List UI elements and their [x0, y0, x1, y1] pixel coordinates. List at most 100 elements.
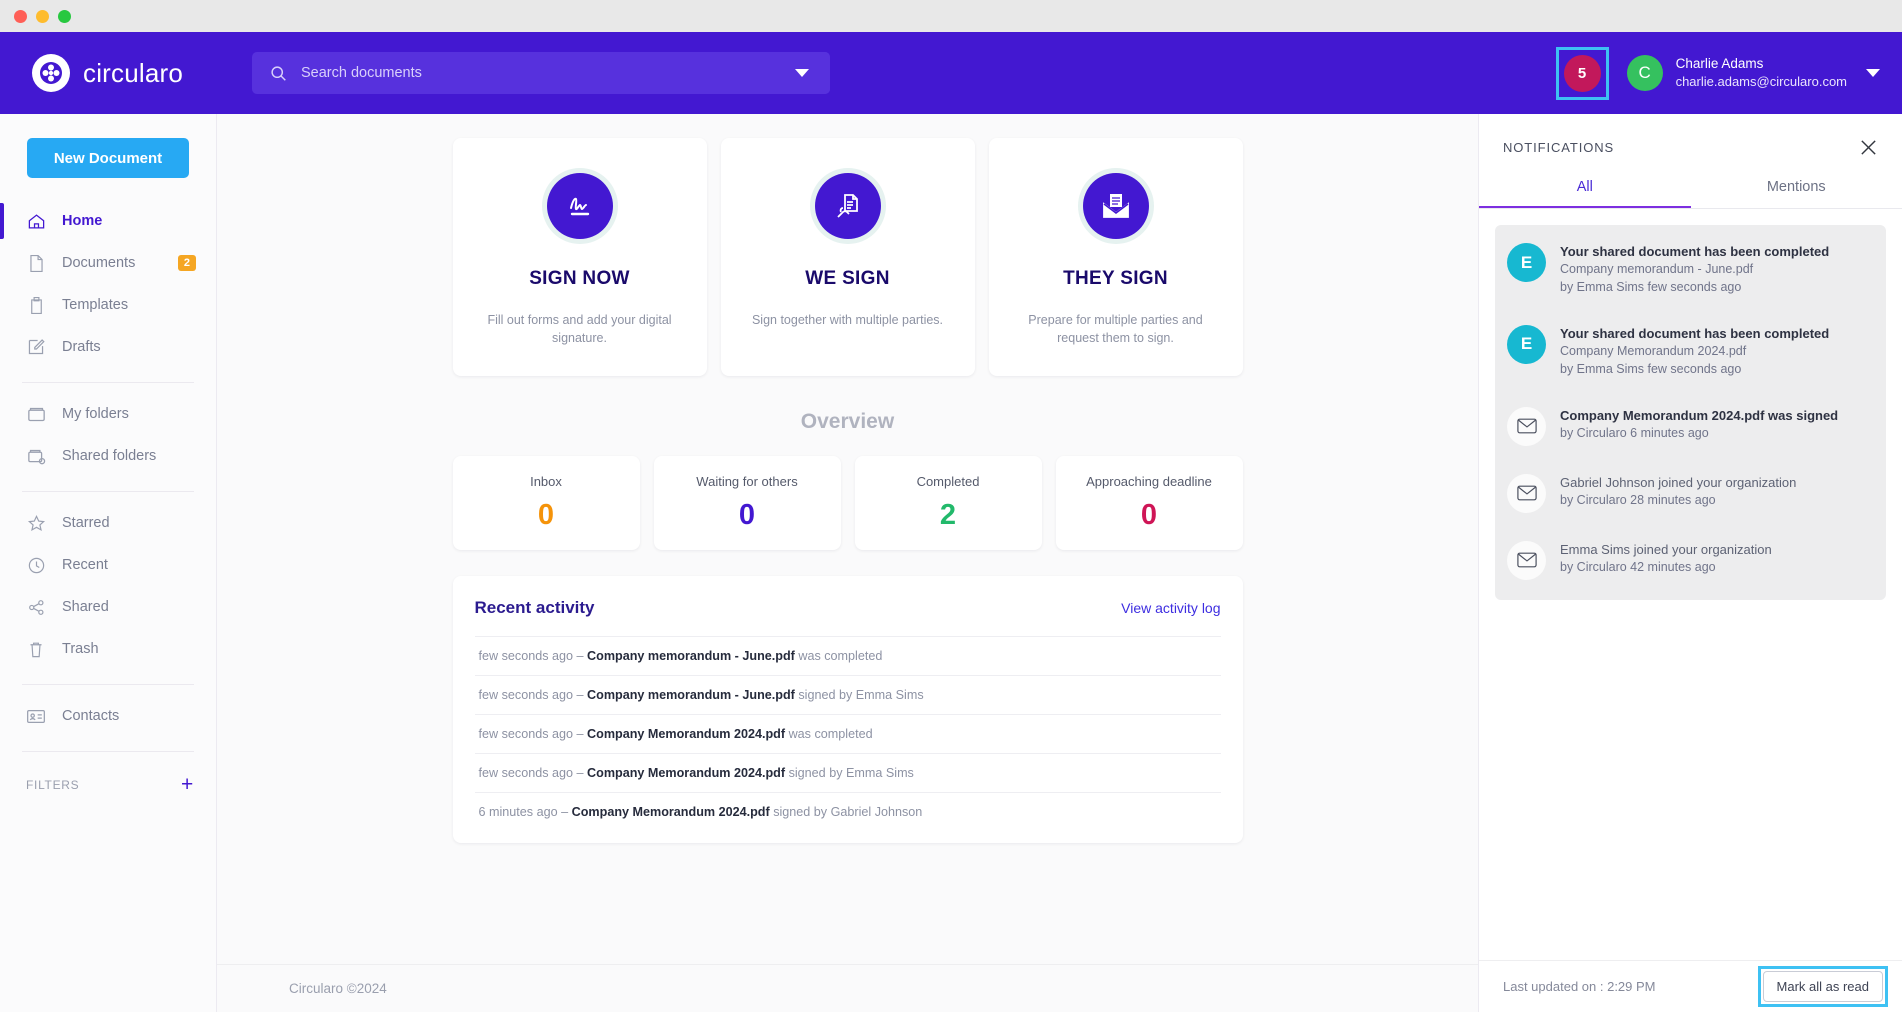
recent-activity-card: Recent activity View activity log few se…	[453, 576, 1243, 843]
search-filter-dropdown-button[interactable]	[774, 52, 830, 94]
sidebar-item-label: Starred	[62, 515, 110, 531]
activity-document[interactable]: Company Memorandum 2024.pdf	[587, 727, 785, 741]
user-menu[interactable]: C Charlie Adams charlie.adams@circularo.…	[1627, 55, 1880, 91]
stat-card-inbox[interactable]: Inbox 0	[453, 456, 640, 550]
sidebar-item-drafts[interactable]: Drafts	[0, 326, 216, 368]
stat-card-waiting-for-others[interactable]: Waiting for others 0	[654, 456, 841, 550]
activity-dash: –	[577, 688, 584, 702]
stat-value: 2	[940, 499, 956, 532]
list-item[interactable]: E Your shared document has been complete…	[1495, 225, 1886, 311]
sidebar-item-label: Home	[62, 213, 102, 229]
new-document-button[interactable]: New Document	[27, 138, 189, 178]
document-icon	[26, 253, 46, 273]
notifications-tabs: All Mentions	[1479, 179, 1902, 209]
sidebar-divider	[22, 491, 194, 492]
notification-body: Your shared document has been completed …	[1560, 243, 1829, 297]
main-footer: Circularo ©2024	[217, 964, 1478, 1012]
overview-heading: Overview	[453, 410, 1243, 434]
sidebar-item-label: Shared	[62, 599, 109, 615]
window-maximize-button[interactable]	[58, 10, 71, 23]
template-icon	[26, 295, 46, 315]
sidebar-divider	[22, 751, 194, 752]
notification-count-badge[interactable]: 5	[1564, 55, 1601, 92]
activity-document[interactable]: Company memorandum - June.pdf	[587, 688, 795, 702]
sidebar-item-trash[interactable]: Trash	[0, 628, 216, 670]
overview-stats-row: Inbox 0 Waiting for others 0 Completed 2…	[453, 456, 1243, 550]
table-row: few seconds ago – Company memorandum - J…	[475, 675, 1221, 714]
activity-document[interactable]: Company Memorandum 2024.pdf	[587, 766, 785, 780]
close-icon[interactable]	[1859, 138, 1878, 157]
they-sign-card[interactable]: THEY SIGN Prepare for multiple parties a…	[989, 138, 1243, 376]
sidebar-item-shared[interactable]: Shared	[0, 586, 216, 628]
sidebar-item-home[interactable]: Home	[0, 200, 216, 242]
brand-logo[interactable]: circularo	[0, 54, 217, 92]
shared-folder-icon	[26, 446, 46, 466]
stat-label: Inbox	[530, 474, 562, 489]
sidebar-item-starred[interactable]: Starred	[0, 502, 216, 544]
stat-card-approaching-deadline[interactable]: Approaching deadline 0	[1056, 456, 1243, 550]
notifications-header: NOTIFICATIONS	[1479, 114, 1902, 157]
notification-title: Company Memorandum 2024.pdf was signed	[1560, 407, 1838, 425]
sign-now-card[interactable]: SIGN NOW Fill out forms and add your dig…	[453, 138, 707, 376]
notifications-title: NOTIFICATIONS	[1503, 140, 1614, 155]
table-row: few seconds ago – Company Memorandum 202…	[475, 714, 1221, 753]
chevron-down-icon[interactable]	[1866, 69, 1880, 77]
action-cards-row: SIGN NOW Fill out forms and add your dig…	[453, 138, 1243, 376]
we-sign-card[interactable]: WE SIGN Sign together with multiple part…	[721, 138, 975, 376]
sidebar-item-templates[interactable]: Templates	[0, 284, 216, 326]
sidebar-item-documents[interactable]: Documents 2	[0, 242, 216, 284]
list-item[interactable]: Emma Sims joined your organization by Ci…	[1495, 527, 1886, 600]
activity-document[interactable]: Company memorandum - June.pdf	[587, 649, 795, 663]
documents-count-badge: 2	[178, 255, 196, 271]
search-bar[interactable]	[252, 52, 830, 94]
notification-bell-highlight: 5	[1556, 47, 1609, 100]
activity-document[interactable]: Company Memorandum 2024.pdf	[572, 805, 770, 819]
notification-meta: by Emma Sims few seconds ago	[1560, 279, 1829, 297]
activity-time: 6 minutes ago	[479, 805, 558, 819]
sidebar-group-primary: Home Documents 2 Templates	[0, 200, 216, 372]
tab-mentions[interactable]: Mentions	[1691, 179, 1902, 208]
card-title: SIGN NOW	[529, 268, 630, 290]
activity-action: signed by Gabriel Johnson	[773, 805, 922, 819]
notification-meta: by Emma Sims few seconds ago	[1560, 361, 1829, 379]
sidebar-item-label: Templates	[62, 297, 128, 313]
card-description: Sign together with multiple parties.	[726, 312, 969, 330]
filters-section: FILTERS +	[0, 762, 216, 795]
stat-value: 0	[739, 499, 755, 532]
avatar: E	[1507, 243, 1546, 282]
activity-time: few seconds ago	[479, 649, 574, 663]
notification-body: Emma Sims joined your organization by Ci…	[1560, 541, 1772, 580]
sidebar-item-recent[interactable]: Recent	[0, 544, 216, 586]
notification-subtitle: Company memorandum - June.pdf	[1560, 261, 1829, 279]
sidebar-item-label: Contacts	[62, 708, 119, 724]
list-item[interactable]: E Your shared document has been complete…	[1495, 311, 1886, 393]
notification-body: Your shared document has been completed …	[1560, 325, 1829, 379]
sidebar-group-folders: My folders Shared folders	[0, 393, 216, 481]
sidebar-item-contacts[interactable]: Contacts	[0, 695, 216, 737]
search-icon	[270, 65, 287, 82]
notification-body: Gabriel Johnson joined your organization…	[1560, 474, 1796, 513]
search-input[interactable]	[287, 65, 774, 81]
sidebar-item-label: My folders	[62, 406, 129, 422]
mark-all-as-read-button[interactable]: Mark all as read	[1763, 971, 1883, 1002]
list-item[interactable]: Gabriel Johnson joined your organization…	[1495, 460, 1886, 527]
notification-meta: by Circularo 28 minutes ago	[1560, 492, 1796, 510]
add-filter-button[interactable]: +	[181, 774, 194, 795]
draft-edit-icon	[26, 337, 46, 357]
last-updated-text: Last updated on : 2:29 PM	[1503, 979, 1656, 994]
sidebar-item-shared-folders[interactable]: Shared folders	[0, 435, 216, 477]
sidebar-item-my-folders[interactable]: My folders	[0, 393, 216, 435]
home-icon	[26, 211, 46, 231]
recent-activity-title: Recent activity	[475, 598, 595, 618]
stat-card-completed[interactable]: Completed 2	[855, 456, 1042, 550]
list-item[interactable]: Company Memorandum 2024.pdf was signed b…	[1495, 393, 1886, 460]
view-activity-log-link[interactable]: View activity log	[1121, 600, 1220, 616]
window-minimize-button[interactable]	[36, 10, 49, 23]
notifications-list: E Your shared document has been complete…	[1479, 209, 1902, 600]
sidebar-item-label: Shared folders	[62, 448, 156, 464]
tab-all[interactable]: All	[1479, 179, 1691, 208]
sidebar-divider	[22, 684, 194, 685]
window-close-button[interactable]	[14, 10, 27, 23]
table-row: few seconds ago – Company memorandum - J…	[475, 636, 1221, 675]
card-icon-ring	[542, 168, 618, 244]
